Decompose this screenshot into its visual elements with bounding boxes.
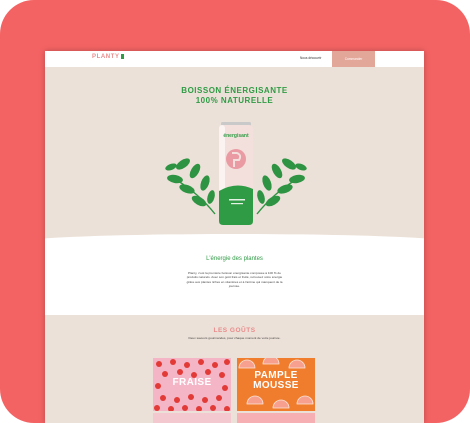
flavor-card-fraise[interactable]: FRAISE [153, 358, 231, 411]
hero-title-line-2: 100% NATURELLE [195, 95, 274, 105]
flavor-name-fraise: FRAISE [172, 377, 212, 388]
website-page: PLANTY Nous découvrir Commander BOISSON … [45, 51, 424, 423]
flavor-name-pamplemousse: PAMPLE MOUSSE [237, 371, 315, 391]
flavor-name-line-2: MOUSSE [253, 380, 299, 391]
can-brand-label: énergisant [223, 133, 249, 139]
nav-link-discover[interactable]: Nous découvrir [300, 56, 321, 60]
brand-logo[interactable]: PLANTY [92, 54, 124, 60]
app-frame: PLANTY Nous découvrir Commander BOISSON … [0, 0, 470, 423]
can-with-leaves-icon: énergisant [165, 122, 307, 225]
order-button[interactable]: Commander [332, 51, 375, 67]
about-text: Planty, c'est la première boisson énergi… [186, 271, 283, 289]
flavor-card-pamplemousse[interactable]: PAMPLE MOUSSE [237, 358, 315, 411]
logo-text: PLANTY [92, 54, 120, 60]
tastes-subtitle: Deux saveurs gourmandes, pour chaque mom… [188, 336, 281, 340]
flavor-card-preview-left [153, 413, 231, 423]
tastes-title: LES GOÛTS [213, 327, 256, 334]
hero-title: BOISSON ÉNERGISANTE 100% NATURELLE [45, 86, 424, 105]
leaf-mark-icon [120, 54, 124, 59]
about-title: L'énergie des plantes [206, 256, 263, 262]
hero-title-line-1: BOISSON ÉNERGISANTE [181, 86, 288, 95]
flavor-card-preview-right [237, 413, 315, 423]
top-navigation: PLANTY Nous découvrir Commander [45, 51, 424, 67]
hero-can-illustration: énergisant [163, 119, 309, 229]
